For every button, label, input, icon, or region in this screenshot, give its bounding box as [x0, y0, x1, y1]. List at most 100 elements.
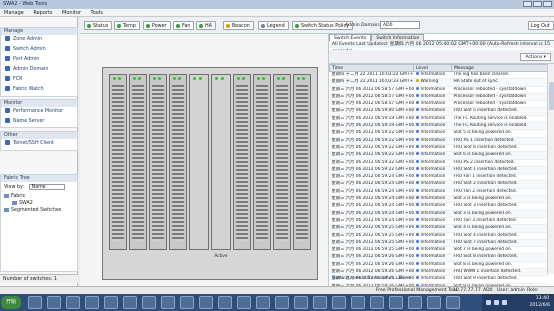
event-row[interactable]: 星期三 六月 06 2012 06:59:22 GMT+00... Informa…	[329, 129, 548, 138]
taskbar-app-icon[interactable]	[370, 296, 384, 309]
col-level[interactable]: Level	[413, 64, 452, 72]
taskbar-app-icon[interactable]	[28, 296, 42, 309]
taskbar-app-icon[interactable]	[66, 296, 80, 309]
actions-button[interactable]: Actions ▾	[520, 53, 551, 61]
taskbar-app-icon[interactable]	[275, 296, 289, 309]
event-row[interactable]: 星期三 六月 06 2012 06:59:24 GMT+00... Informa…	[329, 180, 548, 189]
status-button[interactable]: Status	[84, 21, 113, 30]
event-row[interactable]: 星期三 六月 06 2012 06:59:24 GMT+00... Informa…	[329, 173, 548, 182]
clock-time[interactable]: 13:40	[536, 296, 549, 301]
event-row[interactable]: 星期三 六月 06 2012 06:59:00 GMT+00... Informa…	[329, 107, 548, 116]
scroll-thumb[interactable]	[549, 82, 554, 110]
tray-icon[interactable]	[486, 300, 491, 305]
event-row[interactable]: 星期三 六月 06 2012 06:59:25 GMT+00... Informa…	[329, 246, 548, 255]
taskbar-app-icon[interactable]	[237, 296, 251, 309]
taskbar-app-icon[interactable]	[256, 296, 270, 309]
clock-date[interactable]: 2012/6/6	[529, 303, 550, 308]
admin-domain-select[interactable]: AD0	[380, 21, 420, 29]
blade-slot-2[interactable]	[129, 74, 147, 250]
event-row[interactable]: 星期三 六月 06 2012 06:59:25 GMT+00... Informa…	[329, 239, 548, 248]
tree-fabric[interactable]: Fabric	[4, 193, 74, 200]
taskbar-app-icon[interactable]	[104, 296, 118, 309]
nav-switch-admin[interactable]: Switch Admin	[1, 45, 77, 55]
event-row[interactable]: 星期三 六月 06 2012 06:58:57 GMT+00... Informa…	[329, 86, 548, 94]
event-row[interactable]: 星期三 六月 06 2012 06:59:24 GMT+00... Informa…	[329, 188, 548, 197]
legend-button[interactable]: Legend	[258, 21, 289, 30]
col-time[interactable]: Time	[329, 64, 414, 72]
tab-switch-events[interactable]: Switch Events	[329, 34, 372, 41]
event-row[interactable]: 星期三 六月 06 2012 06:59:22 GMT+00... Informa…	[329, 144, 548, 153]
taskbar-app-icon[interactable]	[427, 296, 441, 309]
menu-reports[interactable]: Reports	[29, 9, 56, 17]
taskbar-app-icon[interactable]	[351, 296, 365, 309]
nav-admin-domain[interactable]: Admin Domain	[1, 65, 77, 75]
nav-fabric-watch[interactable]: Fabric Watch	[1, 85, 77, 95]
tree-switch[interactable]: SWA2	[4, 200, 74, 207]
event-row[interactable]: 星期三 六月 06 2012 06:59:25 GMT+00... Informa…	[329, 232, 548, 240]
event-row[interactable]: 星期三 六月 06 2012 06:59:26 GMT+00... Informa…	[329, 253, 548, 262]
blade-slot-4[interactable]	[169, 74, 187, 250]
maximize-button[interactable]	[533, 1, 542, 7]
blade-slot-3[interactable]	[149, 74, 167, 250]
view-by-select[interactable]: Name	[28, 184, 65, 190]
event-row[interactable]: 星期三 六月 06 2012 06:58:57 GMT+00... Informa…	[329, 100, 548, 109]
taskbar-app-icon[interactable]	[218, 296, 232, 309]
taskbar-app-icon[interactable]	[47, 296, 61, 309]
event-row[interactable]: 星期三 六月 06 2012 06:59:19 GMT+00... Informa…	[329, 115, 548, 124]
tab-switch-information[interactable]: Switch Information	[371, 34, 425, 41]
temp-button[interactable]: Temp	[114, 21, 140, 30]
event-row[interactable]: 星期三 六月 06 2012 06:58:57 GMT+00... Informa…	[329, 93, 548, 102]
taskbar-app-icon[interactable]	[446, 296, 460, 309]
taskbar-app-icon[interactable]	[85, 296, 99, 309]
power-button[interactable]: Power	[143, 21, 171, 30]
col-message[interactable]: Message	[451, 64, 548, 72]
minimize-button[interactable]	[523, 1, 532, 7]
taskbar-app-icon[interactable]	[408, 296, 422, 309]
nav-port-admin[interactable]: Port Admin	[1, 55, 77, 65]
event-row[interactable]: 星期三 六月 06 2012 06:59:22 GMT+00... Informa…	[329, 137, 548, 145]
taskbar-app-icon[interactable]	[199, 296, 213, 309]
nav-performance-monitor[interactable]: Performance Monitor	[1, 107, 77, 117]
blade-slot-9[interactable]	[273, 74, 291, 250]
nav-telnet-ssh[interactable]: Telnet/SSH Client	[1, 139, 77, 149]
event-row[interactable]: 星期三 六月 06 2012 06:59:24 GMT+00... Informa…	[329, 217, 548, 226]
taskbar-app-icon[interactable]	[313, 296, 327, 309]
event-row[interactable]: 星期三 六月 06 2012 06:59:22 GMT+00... Informa…	[329, 166, 548, 175]
event-row[interactable]: 星期三 六月 06 2012 06:59:22 GMT+00... Informa…	[329, 151, 548, 160]
blade-slot-7[interactable]	[233, 74, 251, 250]
nav-name-server[interactable]: Name Server	[1, 117, 77, 127]
taskbar-app-icon[interactable]	[123, 296, 137, 309]
tray-icon[interactable]	[502, 300, 507, 305]
nav-zone-admin[interactable]: Zone Admin	[1, 35, 77, 45]
event-row[interactable]: 星期三 六月 06 2012 06:59:26 GMT+00... Informa…	[329, 261, 548, 270]
blade-slot-1[interactable]	[109, 74, 127, 250]
event-row[interactable]: 星期三 六月 06 2012 06:59:22 GMT+00... Informa…	[329, 159, 548, 167]
tray-icon[interactable]	[494, 300, 499, 305]
event-row[interactable]: 星期三 六月 06 2012 06:59:25 GMT+00... Informa…	[329, 224, 548, 233]
menu-monitor[interactable]: Monitor	[58, 9, 85, 17]
blade-cp-6[interactable]: Active	[211, 74, 231, 258]
taskbar-app-icon[interactable]	[142, 296, 156, 309]
logout-button[interactable]: Log Out	[528, 21, 554, 30]
fan-button[interactable]: Fan	[173, 21, 195, 30]
event-row[interactable]: 星期三 六月 06 2012 06:59:24 GMT+00... Informa…	[329, 195, 548, 204]
events-scrollbar[interactable]	[547, 64, 554, 274]
menu-tools[interactable]: Tools	[86, 9, 106, 17]
taskbar-app-icon[interactable]	[161, 296, 175, 309]
taskbar-app-icon[interactable]	[180, 296, 194, 309]
tree-segmented[interactable]: Segmented Switches	[4, 207, 74, 214]
taskbar-app-icon[interactable]	[294, 296, 308, 309]
start-button[interactable]: 开始	[1, 296, 21, 309]
event-row[interactable]: 星期四 十二月 22 2011 16:03:22 GMT+... Informat…	[329, 71, 548, 80]
switch-status-policy-button[interactable]: Switch Status Policy	[292, 21, 353, 30]
menu-manage[interactable]: Manage	[0, 9, 28, 17]
ha-button[interactable]: HA	[196, 21, 216, 30]
event-row[interactable]: 星期三 六月 06 2012 06:59:19 GMT+00... Informa…	[329, 122, 548, 131]
blade-cp-5[interactable]	[189, 74, 209, 250]
event-row[interactable]: 星期三 六月 06 2012 06:59:24 GMT+00... Informa…	[329, 210, 548, 218]
close-button[interactable]	[543, 1, 552, 7]
beacon-button[interactable]: Beacon	[223, 21, 254, 30]
taskbar-app-icon[interactable]	[389, 296, 403, 309]
blade-slot-10[interactable]	[293, 74, 311, 250]
blade-slot-8[interactable]	[253, 74, 271, 250]
